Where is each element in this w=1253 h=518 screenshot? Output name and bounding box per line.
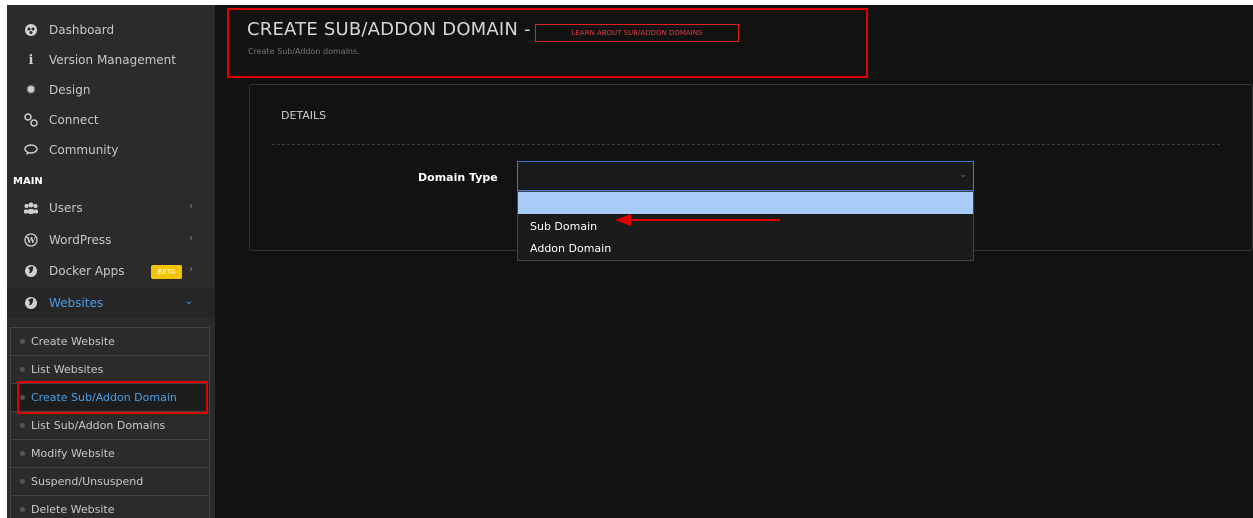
chevron-right-icon: › — [189, 233, 193, 244]
sidebar-item-wordpress[interactable]: W WordPress › — [7, 225, 215, 255]
sidebar-item-websites[interactable]: Websites ⌄ — [7, 288, 215, 318]
bullet-icon — [20, 395, 25, 400]
sidebar-item-dashboard[interactable]: Dashboard — [7, 15, 215, 45]
submenu-item-suspend-unsuspend[interactable]: Suspend/Unsuspend — [11, 468, 209, 496]
sidebar-item-label: Design — [49, 83, 91, 97]
beta-badge: BETA — [151, 265, 182, 279]
sidebar-item-docker-apps[interactable]: Docker Apps BETA › — [7, 256, 215, 286]
bullet-icon — [20, 507, 25, 512]
submenu-item-label: Create Sub/Addon Domain — [31, 391, 177, 404]
bullet-icon — [20, 423, 25, 428]
sidebar-item-label: Websites — [49, 296, 104, 310]
section-label-main: MAIN — [13, 176, 43, 187]
sidebar-item-label: Dashboard — [49, 23, 115, 37]
submenu-item-label: List Websites — [31, 363, 104, 376]
chat-icon — [23, 142, 39, 158]
sidebar: Dashboard i Version Management ✹ Design … — [7, 5, 215, 518]
submenu-item-modify-website[interactable]: Modify Website — [11, 440, 209, 468]
submenu-item-label: List Sub/Addon Domains — [31, 419, 166, 432]
main-content: CREATE SUB/ADDON DOMAIN - LEARN ABOUT SU… — [215, 5, 1253, 518]
globe-icon — [23, 295, 39, 311]
submenu-item-label: Modify Website — [31, 447, 115, 460]
globe-icon — [23, 263, 39, 279]
sidebar-item-label: Community — [49, 143, 119, 157]
svg-text:W: W — [26, 235, 37, 245]
sidebar-item-label: Version Management — [49, 53, 176, 67]
bullet-icon — [20, 479, 25, 484]
bullet-icon — [20, 451, 25, 456]
wordpress-icon: W — [23, 232, 39, 248]
chevron-right-icon: › — [189, 201, 193, 212]
chevron-right-icon: › — [189, 264, 193, 275]
sidebar-item-community[interactable]: Community — [7, 135, 215, 165]
submenu-item-list-sub-addon-domains[interactable]: List Sub/Addon Domains — [11, 412, 209, 440]
submenu-item-label: Delete Website — [31, 503, 115, 516]
connect-icon — [23, 112, 39, 128]
sidebar-item-users[interactable]: Users › — [7, 193, 215, 223]
sidebar-item-version-management[interactable]: i Version Management — [7, 45, 215, 75]
submenu-item-create-sub-addon-domain[interactable]: Create Sub/Addon Domain — [11, 384, 209, 412]
users-icon — [23, 200, 39, 216]
dashboard-icon — [23, 22, 39, 38]
chevron-down-icon: ⌄ — [184, 296, 193, 307]
bullet-icon — [20, 367, 25, 372]
sidebar-item-label: Connect — [49, 113, 99, 127]
sidebar-item-label: Docker Apps — [49, 264, 125, 278]
websites-submenu: Create Website List Websites Create Sub/… — [10, 327, 210, 518]
submenu-item-list-websites[interactable]: List Websites — [11, 356, 209, 384]
annotation-arrow — [615, 214, 780, 226]
sidebar-item-design[interactable]: ✹ Design — [7, 75, 215, 105]
gear-icon: ✹ — [25, 82, 37, 98]
submenu-item-label: Suspend/Unsuspend — [31, 475, 144, 488]
submenu-item-delete-website[interactable]: Delete Website — [11, 496, 209, 518]
bullet-icon — [20, 339, 25, 344]
submenu-item-label: Create Website — [31, 335, 115, 348]
submenu-item-create-website[interactable]: Create Website — [11, 328, 209, 356]
sidebar-item-connect[interactable]: Connect — [7, 105, 215, 135]
info-icon: i — [28, 52, 34, 68]
sidebar-item-label: Users — [49, 201, 83, 215]
sidebar-item-label: WordPress — [49, 233, 112, 247]
